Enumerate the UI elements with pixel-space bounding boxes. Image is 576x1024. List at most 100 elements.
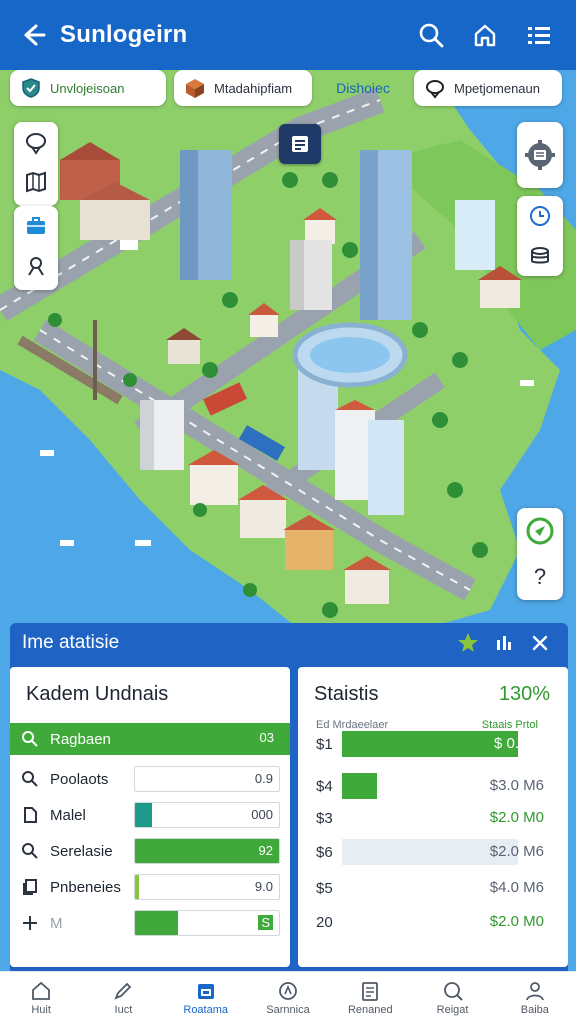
right-toolbar-settings [517,122,563,188]
statistics-panel: Ime atatisie Kadem Undnais Ragbaen 03 Po… [10,623,568,971]
compass-icon [279,982,297,1000]
table-row[interactable]: $1 $ 0.0 M [298,729,568,759]
filter-chips: Unvlojeisoan Mtadahipfiam Dishoiec Mpetj… [10,70,566,110]
list-item[interactable]: M S [10,907,290,939]
search-icon[interactable] [408,12,454,58]
list-item[interactable]: Poolaots 0.9 [10,763,290,795]
search-person-icon [443,982,463,1001]
row-bar [342,731,518,757]
notes-icon [292,136,308,152]
notes-button[interactable] [279,124,321,164]
nav-item-profile[interactable]: Baiba [494,972,576,1024]
chip-label: Mtadahipfiam [214,80,293,96]
table-row[interactable]: $5 $4.0 M6 [298,873,568,903]
row-bar-fill [135,803,153,827]
bottom-navigation: Huit Iuct Roatama Sarnnica Renaned Reiga… [0,971,576,1024]
menu-list-icon[interactable] [516,12,562,58]
nav-item-clipboard[interactable]: Renaned [329,972,411,1024]
search-icon [10,770,50,788]
clipboard-icon [362,982,379,1001]
chip-label: Unvlojeisoan [50,80,125,96]
row-value: $2.0 M0 [489,809,544,826]
person-icon [525,982,544,1001]
row-number: $5 [316,879,333,897]
nav-label: Iuct [114,1004,133,1016]
signal-icon[interactable] [488,627,520,659]
right-toolbar-bottom: ? [517,508,563,600]
nav-item-search-person[interactable]: Reigat [411,972,493,1024]
layers-icon[interactable] [520,236,560,276]
row-value: $3.0 M6 [489,777,544,794]
list-item[interactable]: Pnbeneies 9.0 [10,871,290,903]
row-label: Poolaots [50,770,109,788]
chip-shield[interactable]: Unvlojeisoan [10,70,166,106]
row-label: Malel [50,806,86,824]
star-icon[interactable] [452,627,484,659]
panel-header: Ime atatisie [10,623,568,663]
chip-pin[interactable]: Mpetjomenaun [414,70,562,106]
row-value: $ 0.0 M [493,735,544,752]
percent-value: 130% [498,683,550,705]
document-icon [10,806,50,824]
nav-item-home[interactable]: Huit [0,972,82,1024]
copy-icon [10,878,50,896]
list-item[interactable]: Ragbaen 03 [10,723,290,755]
back-arrow-icon[interactable] [14,17,50,53]
left-toolbar-top [14,122,58,206]
row-bar-fill [342,731,518,757]
app-title: Sunlogeirn [60,21,188,48]
table-row[interactable]: $4 $3.0 M6 [298,771,568,801]
nav-item-calendar[interactable]: Roatama [165,972,247,1024]
row-bar-fill [135,911,179,935]
map-icon[interactable] [16,162,56,202]
home-icon[interactable] [462,12,508,58]
list-item[interactable]: Serelasie 92 [10,835,290,867]
row-label: M [50,914,63,932]
list-item[interactable]: Malel 000 [10,799,290,831]
route-icon[interactable] [16,246,56,286]
shield-icon [20,77,42,99]
row-value: 92 [258,843,273,858]
left-card-title: Kadem Undnais [26,683,169,705]
row-bar: 000 [134,802,280,828]
panel-title: Ime atatisie [22,632,120,653]
row-bar: 0.9 [134,766,280,792]
home-icon [32,981,51,1000]
help-button[interactable]: ? [520,554,560,600]
plus-icon [10,914,50,932]
row-bar-fill [135,875,140,899]
nav-item-edit[interactable]: Iuct [82,972,164,1024]
nav-label: Renaned [347,1004,393,1016]
row-bar: 92 [134,838,280,864]
briefcase-icon[interactable] [16,206,56,246]
table-row[interactable]: 20 $2.0 M0 [298,907,568,937]
clock-icon[interactable] [520,196,560,236]
row-bar-fill [342,773,378,799]
table-row[interactable]: $3 $2.0 M0 [298,803,568,833]
row-bar: 9.0 [134,874,280,900]
row-value: 03 [259,730,274,745]
table-row[interactable]: $6 $2.0 M6 [298,837,568,867]
row-label: Ragbaen [50,730,111,748]
close-icon[interactable] [524,627,556,659]
nav-label: Roatama [183,1004,229,1016]
right-stats-card: Staistis 130% Ed Mrdaeelaer Staais Prtol… [298,667,568,967]
chip-text[interactable]: Dishoiec [320,70,406,106]
row-number: 20 [316,913,333,931]
row-value: 9.0 [254,879,273,894]
right-toolbar-middle [517,196,563,276]
row-number: $1 [316,735,333,753]
compass-check-icon[interactable] [520,508,560,554]
help-icon: ? [533,564,547,589]
row-bar-fill [135,839,279,863]
pin-outline-icon[interactable] [16,122,56,162]
chip-cube[interactable]: Mtadahipfiam [174,70,312,106]
row-number: $3 [316,809,333,827]
nav-label: Baiba [520,1004,549,1016]
nav-item-compass[interactable]: Sarnnica [247,972,329,1024]
app-bar: Sunlogeirn [0,0,576,70]
settings-icon[interactable] [520,122,560,188]
left-toolbar-bottom [14,206,58,290]
search-icon [10,842,50,860]
right-card-title: Staistis [314,683,379,705]
